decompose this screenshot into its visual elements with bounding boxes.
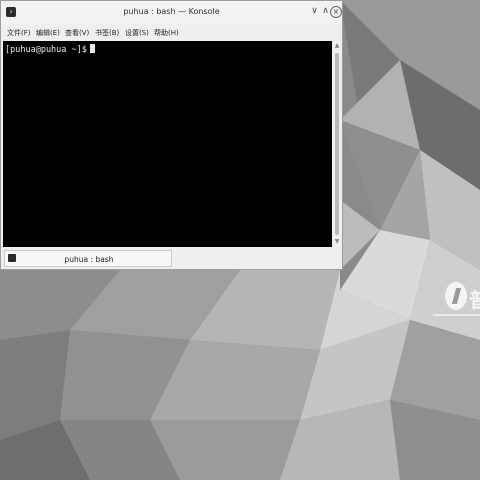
menu-settings[interactable]: 设置(S)	[125, 28, 149, 38]
distro-logo-icon	[445, 282, 467, 310]
terminal-area[interactable]: [puhua@puhua ~]$	[3, 41, 332, 247]
session-tabbar: puhua : bash	[1, 249, 342, 269]
menubar: 文件(F) 编辑(E) 查看(V) 书签(B) 设置(S) 帮助(H)	[1, 24, 342, 41]
scroll-up-icon[interactable]: ▲	[333, 42, 341, 50]
terminal-prompt: [puhua@puhua ~]$	[5, 44, 95, 55]
menu-edit[interactable]: 编辑(E)	[36, 28, 60, 38]
minimize-button[interactable]: ∨	[309, 6, 320, 17]
window-title: puhua : bash — Konsole	[123, 7, 220, 16]
konsole-window[interactable]: › puhua : bash — Konsole ∨ ∧ × 文件(F) 编辑(…	[0, 0, 343, 270]
tab-label: puhua : bash	[64, 255, 114, 264]
menu-file[interactable]: 文件(F)	[7, 28, 31, 38]
window-titlebar[interactable]: › puhua : bash — Konsole ∨ ∧ ×	[1, 1, 342, 24]
text-cursor	[89, 44, 95, 53]
close-button[interactable]: ×	[330, 6, 342, 18]
distro-brand-text: 普	[469, 288, 480, 312]
menu-help[interactable]: 帮助(H)	[154, 28, 179, 38]
menu-view[interactable]: 查看(V)	[65, 28, 89, 38]
terminal-scrollbar[interactable]: ▲ ▼	[333, 41, 341, 247]
scroll-down-icon[interactable]: ▼	[333, 238, 341, 246]
menu-bookmarks[interactable]: 书签(B)	[95, 28, 119, 38]
brand-underline	[433, 314, 480, 316]
scrollbar-thumb[interactable]	[335, 53, 339, 235]
tab-puhua-bash[interactable]: puhua : bash	[4, 250, 172, 267]
prompt-text: [puhua@puhua ~]$	[5, 45, 87, 55]
